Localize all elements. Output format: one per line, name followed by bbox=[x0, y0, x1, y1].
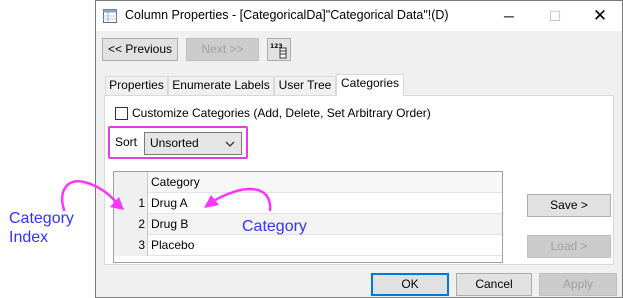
annotation-arrows bbox=[61, 179, 272, 212]
tab-categories[interactable]: Categories bbox=[336, 74, 404, 96]
arrow-to-category-index bbox=[61, 179, 120, 212]
arrow-to-category-cell bbox=[208, 187, 272, 212]
arrow-head-category bbox=[204, 195, 219, 208]
